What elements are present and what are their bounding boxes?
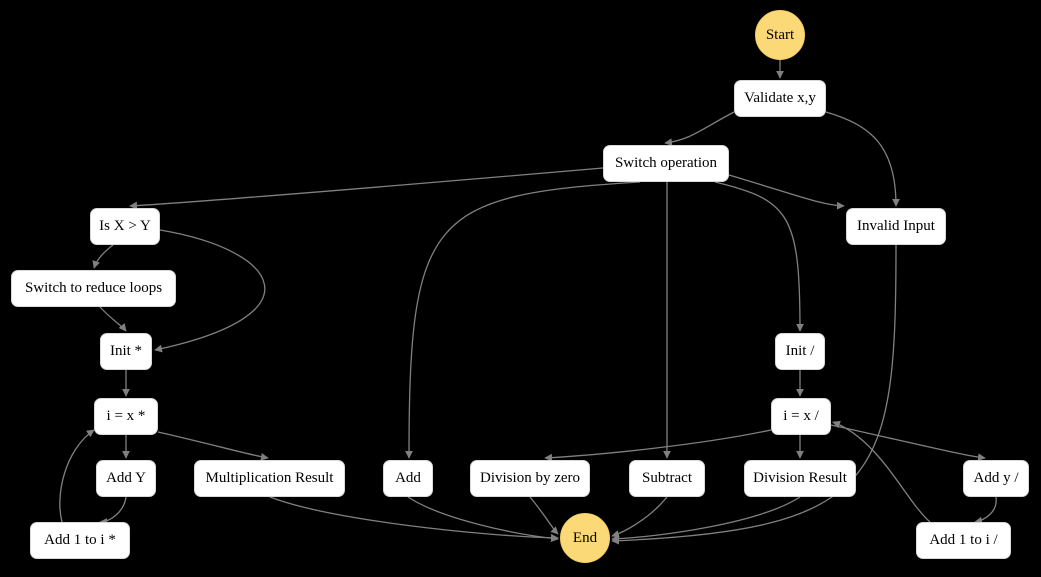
node-label-add_y_div: Add y / — [973, 470, 1019, 486]
node-add_y[interactable]: Add Y — [96, 460, 156, 497]
node-invalid[interactable]: Invalid Input — [846, 208, 946, 245]
node-label-invalid: Invalid Input — [857, 218, 935, 234]
node-start[interactable]: Start — [755, 10, 805, 60]
node-label-switch_op: Switch operation — [614, 155, 718, 171]
node-label-i_x_div: i = x / — [783, 408, 819, 424]
node-switch_op[interactable]: Switch operation — [603, 145, 729, 182]
edge-i_x_mul-to-mul_result — [157, 431, 269, 461]
node-label-add1_mul: Add 1 to i * — [44, 532, 116, 548]
edge-div_zero-to-end — [529, 496, 559, 535]
edge-validate-to-switch_op — [664, 111, 735, 147]
edge-add1_mul-to-i_x_mul — [59, 429, 95, 523]
node-label-div_zero: Division by zero — [480, 470, 580, 486]
node-label-mul_result: Multiplication Result — [205, 470, 334, 486]
node-label-init_mul: Init * — [109, 343, 143, 359]
node-add1_mul[interactable]: Add 1 to i * — [30, 522, 130, 559]
node-label-subtract: Subtract — [642, 470, 692, 486]
node-label-i_x_mul: i = x * — [106, 408, 146, 424]
node-i_x_div[interactable]: i = x / — [771, 398, 831, 435]
edge-switch_op-to-is_x_gt_y — [129, 167, 604, 210]
edge-i_x_div-to-add_y_div — [830, 424, 986, 462]
node-add_y_div[interactable]: Add y / — [963, 460, 1029, 497]
edge-i_x_div-to-div_zero — [544, 429, 772, 462]
node-label-validate: Validate x,y — [744, 90, 816, 106]
node-init_div[interactable]: Init / — [775, 333, 825, 370]
edge-add-to-end — [407, 496, 559, 543]
edge-switch_op-to-init_div — [714, 181, 804, 332]
node-div_result[interactable]: Division Result — [744, 460, 856, 497]
node-label-switch_loop: Switch to reduce loops — [24, 280, 163, 296]
node-switch_loop[interactable]: Switch to reduce loops — [11, 270, 176, 307]
node-subtract[interactable]: Subtract — [629, 460, 705, 497]
node-label-div_result: Division Result — [753, 470, 847, 486]
node-label-add: Add — [395, 470, 421, 486]
node-add[interactable]: Add — [383, 460, 433, 497]
node-init_mul[interactable]: Init * — [100, 333, 152, 370]
node-label-end: End — [572, 529, 598, 546]
edge-switch_op-to-invalid — [728, 174, 845, 210]
node-label-add_y: Add Y — [106, 470, 146, 486]
node-validate[interactable]: Validate x,y — [734, 80, 826, 117]
node-add1_div[interactable]: Add 1 to i / — [916, 522, 1011, 559]
edge-subtract-to-end — [611, 496, 668, 538]
node-label-is_x_gt_y: Is X > Y — [99, 218, 151, 234]
edge-mul_result-to-end — [269, 496, 559, 542]
edge-switch_loop-to-init_mul — [99, 306, 127, 332]
node-label-init_div: Init / — [785, 343, 815, 359]
node-end[interactable]: End — [560, 513, 610, 563]
node-is_x_gt_y[interactable]: Is X > Y — [90, 208, 160, 245]
node-label-start: Start — [765, 26, 795, 43]
node-mul_result[interactable]: Multiplication Result — [194, 460, 345, 497]
node-div_zero[interactable]: Division by zero — [470, 460, 590, 497]
edge-div_result-to-end — [611, 496, 801, 543]
edge-add_y-to-add1_mul — [99, 496, 127, 526]
node-i_x_mul[interactable]: i = x * — [94, 398, 158, 435]
edge-switch_op-to-add — [405, 181, 641, 459]
edge-validate-to-invalid — [825, 111, 900, 207]
flowchart-canvas: Start Validate x,y Switch operation Is X > … — [0, 0, 1041, 577]
edge-is_x_gt_y-to-switch_loop — [92, 244, 114, 269]
node-label-add1_div: Add 1 to i / — [929, 532, 998, 548]
edge-add_y_div-to-add1_div — [974, 496, 997, 525]
